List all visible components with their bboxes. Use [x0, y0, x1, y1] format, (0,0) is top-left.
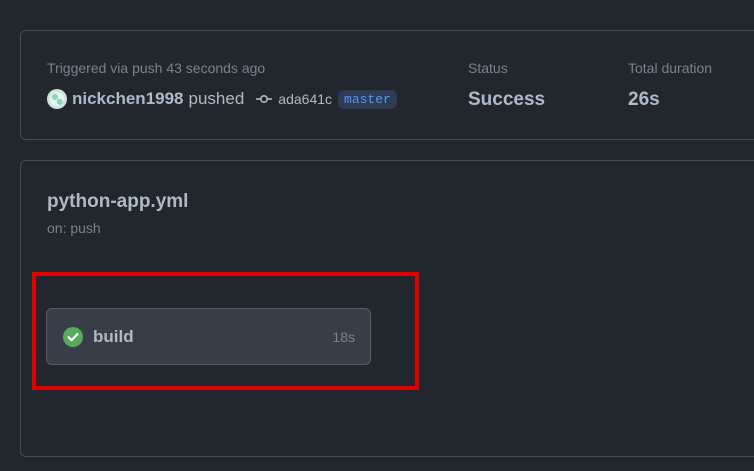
- commit-sha-link[interactable]: ada641c: [278, 91, 332, 107]
- branch-badge[interactable]: master: [338, 89, 397, 109]
- workflow-file-title[interactable]: python-app.yml: [47, 191, 188, 213]
- avatar[interactable]: [47, 89, 67, 109]
- duration-value: 26s: [628, 89, 660, 110]
- trigger-text: Triggered via push 43 seconds ago: [47, 60, 266, 76]
- duration-label: Total duration: [628, 60, 713, 76]
- workflow-run-page: Triggered via push 43 seconds ago nickch…: [0, 0, 754, 471]
- status-label: Status: [468, 60, 508, 76]
- run-summary-card: Triggered via push 43 seconds ago nickch…: [20, 30, 754, 140]
- workflow-trigger: on: push: [47, 220, 101, 236]
- git-commit-icon: [256, 91, 273, 107]
- actor-link[interactable]: nickchen1998: [72, 89, 184, 109]
- push-info-row: nickchen1998 pushed ada641c master: [47, 89, 397, 109]
- action-text: pushed: [188, 89, 245, 108]
- status-value: Success: [468, 89, 546, 110]
- highlight-annotation: [32, 272, 419, 390]
